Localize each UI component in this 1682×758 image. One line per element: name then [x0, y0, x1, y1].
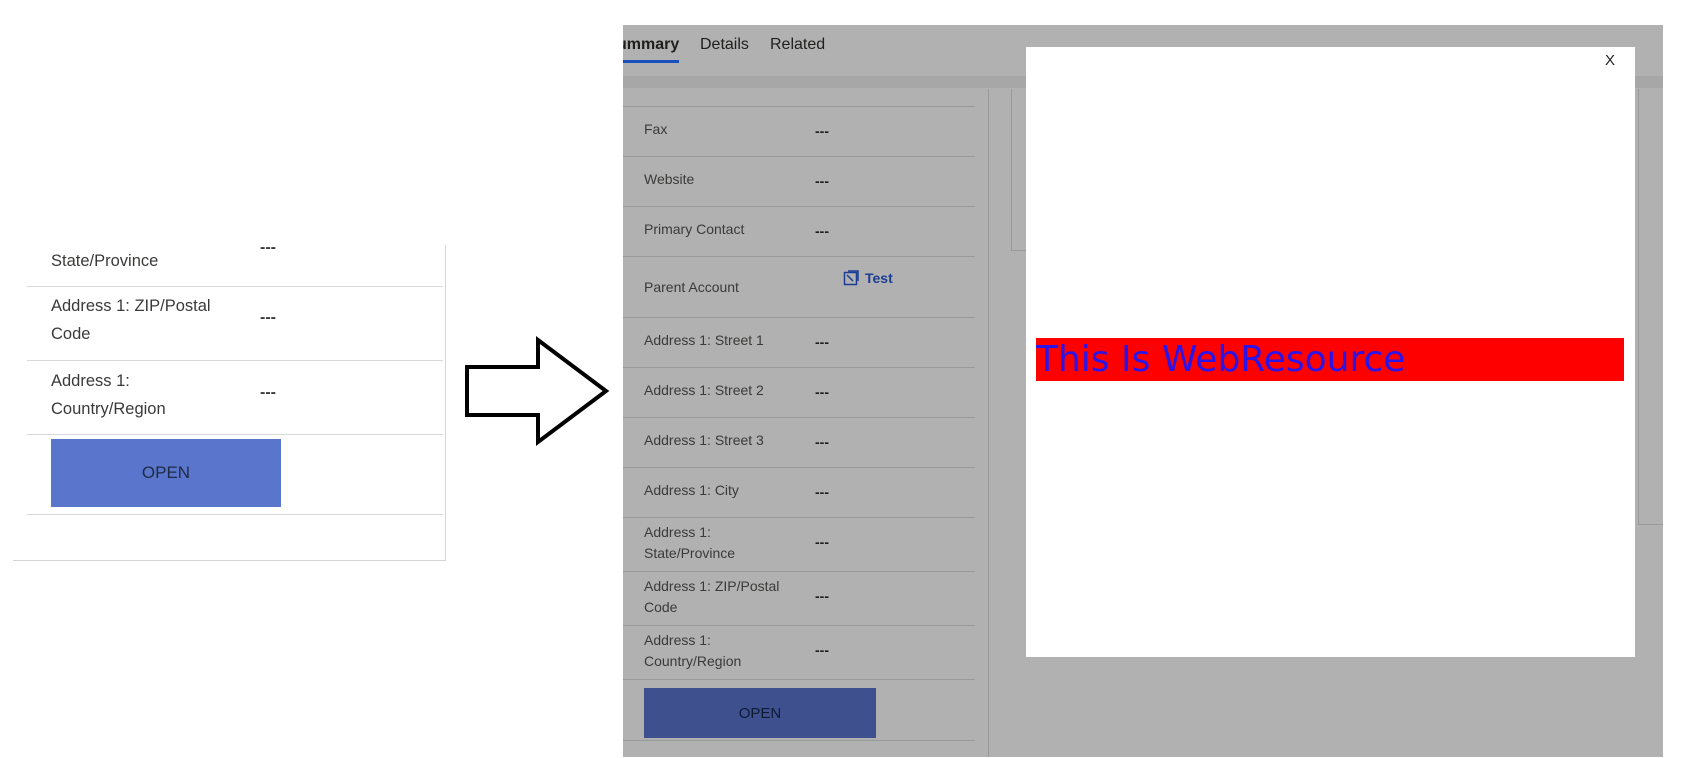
right-arrow-icon — [465, 336, 610, 446]
field-row-fax: Fax --- — [623, 107, 975, 157]
field-label: Website — [644, 171, 695, 187]
field-value[interactable]: --- — [815, 434, 829, 450]
field-value[interactable]: --- — [260, 309, 276, 327]
field-label: Primary Contact — [644, 221, 745, 237]
tab-summary[interactable]: ummary — [623, 36, 680, 63]
field-row-website: Website --- — [623, 157, 975, 207]
field-row-city: Address 1: City --- — [623, 468, 975, 518]
field-row-state-province: State/Province --- — [27, 239, 443, 287]
field-value[interactable]: --- — [260, 239, 276, 257]
field-row-parent-account: Parent Account Test — [623, 257, 975, 318]
field-value[interactable]: --- — [815, 588, 829, 604]
field-label: Address 1: State/Province — [644, 524, 736, 561]
field-label: Address 1: Street 1 — [644, 332, 764, 348]
tab-label: ummary — [623, 36, 680, 53]
active-tab-underline — [623, 60, 680, 63]
field-label: Address 1: Street 3 — [644, 432, 764, 448]
field-row-street-2: Address 1: Street 2 --- — [623, 368, 975, 418]
left-form-rows: State/Province --- Address 1: ZIP/Postal… — [27, 239, 443, 515]
field-label: State/Province — [51, 252, 159, 270]
field-value[interactable]: --- — [815, 384, 829, 400]
field-value[interactable]: --- — [815, 534, 829, 550]
field-value[interactable]: --- — [260, 384, 276, 402]
section-border — [1638, 524, 1663, 525]
open-button-row: OPEN — [27, 435, 443, 515]
field-label: Address 1: Street 2 — [644, 382, 764, 398]
field-label: Address 1: ZIP/Postal Code — [51, 297, 211, 343]
field-value[interactable]: --- — [815, 223, 829, 239]
section-border — [1638, 89, 1639, 525]
field-row-primary-contact: Primary Contact --- — [623, 207, 975, 257]
close-button[interactable]: X — [1599, 51, 1621, 70]
column-divider — [988, 89, 989, 757]
field-value[interactable]: --- — [815, 642, 829, 658]
open-button[interactable]: OPEN — [644, 688, 876, 738]
field-label: Address 1: City — [644, 482, 739, 498]
field-row-country-region: Address 1: Country/Region --- — [27, 361, 443, 435]
field-row-zip-postal-code: Address 1: ZIP/Postal Code --- — [27, 287, 443, 361]
field-row-street-3: Address 1: Street 3 --- — [623, 418, 975, 468]
field-value[interactable]: --- — [815, 173, 829, 189]
field-value[interactable]: --- — [815, 123, 829, 139]
webresource-dialog: X This Is WebResource — [1026, 47, 1635, 657]
field-label: Address 1: Country/Region — [644, 632, 742, 669]
open-button[interactable]: OPEN — [51, 439, 281, 507]
account-record-icon — [843, 270, 859, 286]
field-label: Fax — [644, 121, 668, 137]
webresource-banner: This Is WebResource — [1036, 338, 1624, 381]
field-row-street-1: Address 1: Street 1 --- — [623, 318, 975, 368]
field-value[interactable]: --- — [815, 484, 829, 500]
section-border — [1011, 89, 1012, 251]
left-form-panel: State/Province --- Address 1: ZIP/Postal… — [13, 239, 446, 561]
parent-account-lookup[interactable]: Test — [843, 270, 893, 286]
field-label: Address 1: Country/Region — [51, 372, 166, 418]
field-label: Parent Account — [644, 279, 739, 295]
field-label: Address 1: ZIP/Postal Code — [644, 578, 780, 615]
field-value[interactable]: --- — [815, 334, 829, 350]
field-row-country-region: Address 1: Country/Region --- — [623, 626, 975, 680]
field-row-zip-postal-code: Address 1: ZIP/Postal Code --- — [623, 572, 975, 626]
lookup-value[interactable]: Test — [865, 270, 893, 286]
open-button-row: OPEN — [623, 680, 975, 741]
field-row-state-province: Address 1: State/Province --- — [623, 518, 975, 572]
form-fields: Fax --- Website --- Primary Contact --- … — [623, 105, 975, 741]
tab-related[interactable]: Related — [770, 36, 825, 54]
tab-details[interactable]: Details — [700, 36, 749, 54]
